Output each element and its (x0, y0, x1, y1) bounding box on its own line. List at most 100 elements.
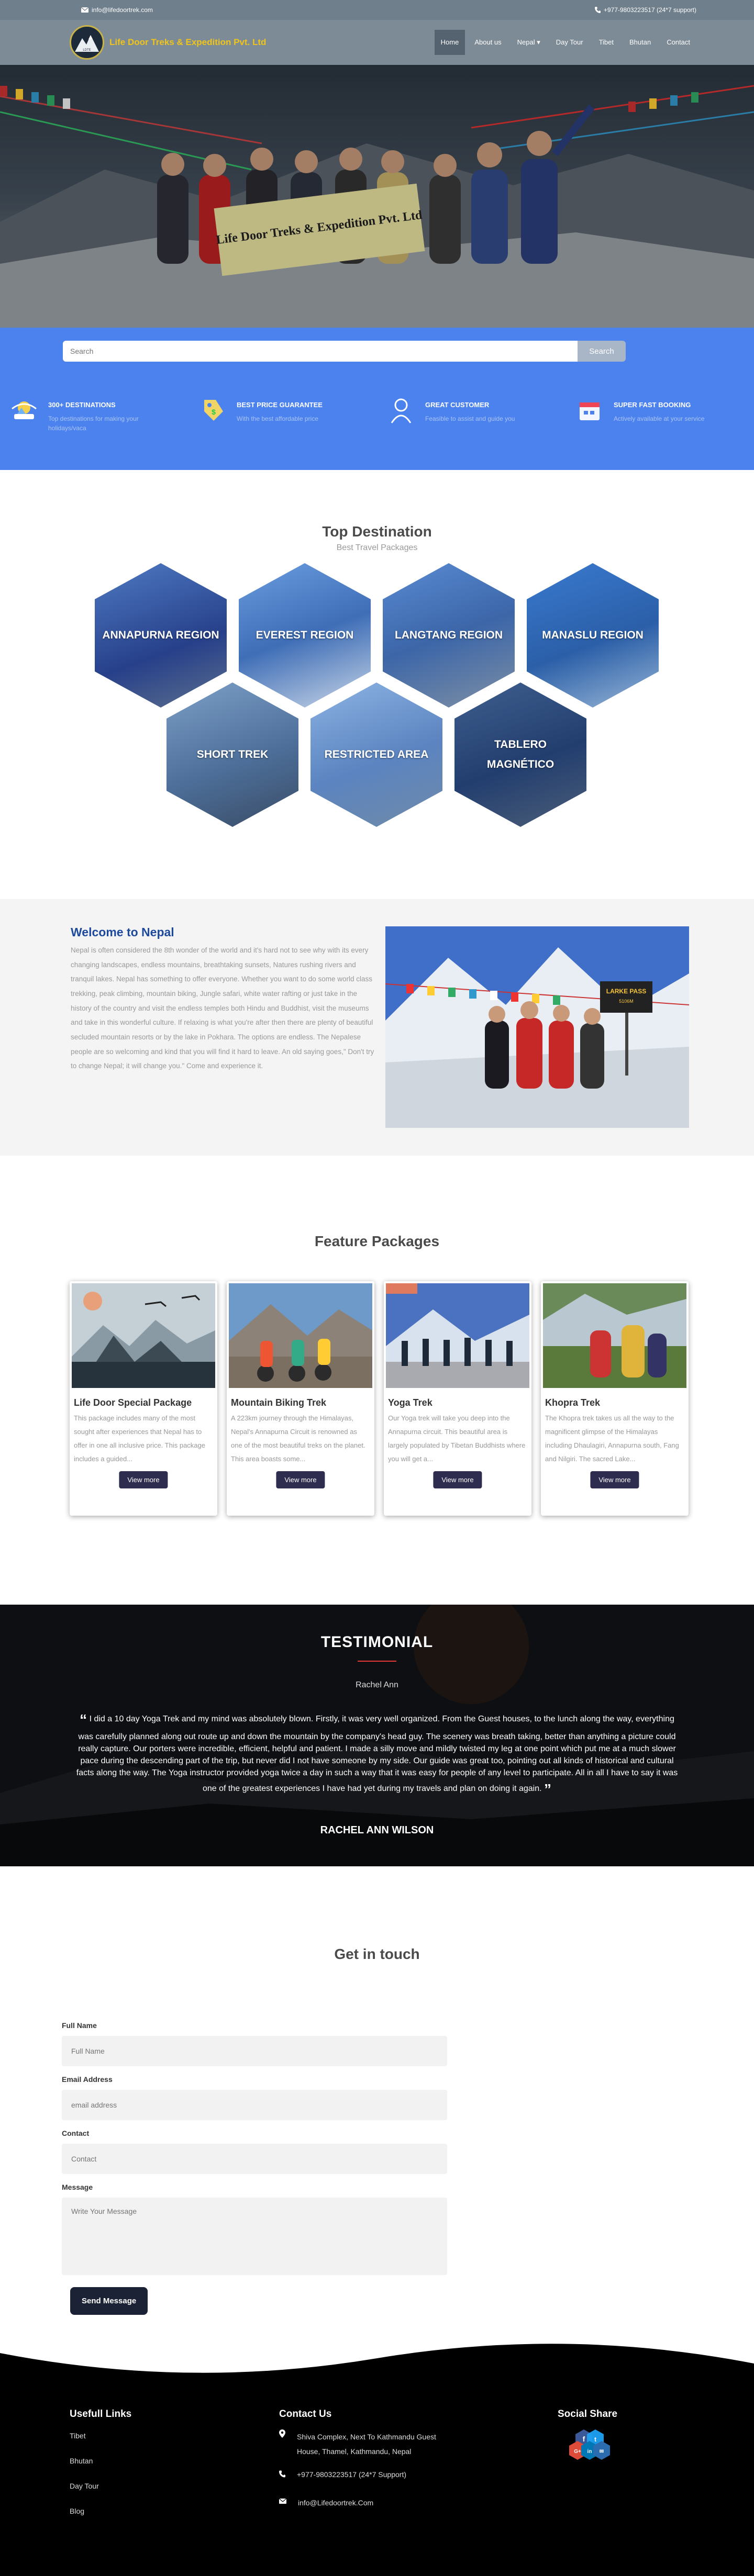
topbar-phone-text: +977-9803223517 (24*7 support) (603, 6, 696, 14)
message-textarea[interactable] (62, 2198, 447, 2275)
package-card[interactable]: Khopra Trek The Khopra trek takes us all… (541, 1281, 689, 1516)
destination-label: TABLERO MAGNÉTICO (486, 738, 555, 770)
search-input[interactable] (63, 341, 578, 362)
package-name: Life Door Special Package (74, 1397, 192, 1408)
destination-manaslu[interactable]: MANASLU REGION (527, 563, 659, 708)
feature-title: SUPER FAST BOOKING (614, 401, 691, 409)
destination-everest[interactable]: EVEREST REGION (239, 563, 371, 708)
destination-label: RESTRICTED AREA (324, 748, 429, 760)
svg-text:f: f (583, 2435, 585, 2443)
brand[interactable]: LDTE Life Door Treks & Expedition Pvt. L… (70, 25, 266, 60)
destination-title: Top Destination (322, 523, 432, 540)
destinations-icon (9, 396, 39, 425)
svg-text:G+: G+ (574, 2449, 581, 2455)
view-more-button[interactable]: View more (433, 1471, 482, 1488)
package-name: Mountain Biking Trek (231, 1397, 327, 1408)
nav-contact[interactable]: Contact (660, 30, 696, 55)
view-more-button[interactable]: View more (276, 1471, 325, 1488)
footer-contact: Contact Us Shiva Complex, Next To Kathma… (279, 2409, 457, 2507)
destination-annapurna[interactable]: ANNAPURNA REGION (95, 563, 227, 708)
view-more-button[interactable]: View more (119, 1471, 168, 1488)
footer-address-row: Shiva Complex, Next To Kathmandu Guest H… (279, 2429, 457, 2459)
packages-title: Feature Packages (314, 1233, 440, 1249)
contact-section: Get in touch Full Name Email Address Con… (0, 1866, 754, 2382)
topbar-email[interactable]: info@lifedoortrek.com (81, 6, 153, 14)
contact-title: Get in touch (334, 1946, 420, 1962)
envelope-icon (81, 7, 88, 13)
package-card[interactable]: Life Door Special Package This package i… (70, 1281, 217, 1516)
nav-menu: Home About us Nepal ▾ Day Tour Tibet Bhu… (434, 30, 696, 55)
feature-text: With the best affordable price (237, 415, 318, 422)
search-bar: Search (63, 341, 626, 362)
footer-social: Social Share f t G+ in ✉ (558, 2409, 641, 2470)
destination-short-trek[interactable]: SHORT TREK (167, 682, 298, 827)
nav-about[interactable]: About us (468, 30, 507, 55)
destination-label: LANGTANG REGION (394, 629, 503, 641)
feature-item: 300+ DESTINATIONS Top destinations for ma… (0, 396, 188, 433)
destination-langtang[interactable]: LANGTANG REGION (383, 563, 515, 708)
top-bar: info@lifedoortrek.com +977-9803223517 (2… (0, 0, 754, 20)
full-name-input[interactable] (62, 2036, 447, 2066)
destination-label: EVEREST REGION (256, 629, 354, 641)
svg-text:LDTE: LDTE (83, 49, 91, 52)
customer-icon (386, 396, 416, 425)
footer-links-title: Usefull Links (70, 2409, 132, 2420)
destination-tablero-magnetico[interactable]: TABLERO MAGNÉTICO (454, 682, 586, 827)
footer-phone: +977-9803223517 (24*7 Support) (297, 2470, 407, 2479)
footer-email-row[interactable]: info@Lifedoortrek.Com (279, 2499, 457, 2507)
field-label: Contact (62, 2129, 90, 2137)
footer-link-tibet[interactable]: Tibet (70, 2432, 131, 2440)
footer-phone-row[interactable]: +977-9803223517 (24*7 Support) (279, 2470, 457, 2479)
feature-item: $ BEST PRICE GUARANTEE With the best affo… (188, 396, 377, 433)
feature-item: SUPER FAST BOOKING Actively available at … (566, 396, 754, 433)
feature-title: GREAT CUSTOMER (425, 401, 490, 409)
social-icon-cluster: f t G+ in ✉ (569, 2429, 610, 2460)
feature-text: Top destinations for making your holiday… (48, 415, 139, 432)
destination-section: Top Destination Best Travel Packages ANN… (0, 470, 754, 899)
svg-text:5106M: 5106M (619, 999, 634, 1004)
destination-restricted-area[interactable]: RESTRICTED AREA (311, 682, 442, 827)
search-section: Search 300+ DESTINATIONS Top destinations… (0, 328, 754, 470)
search-button[interactable]: Search (578, 341, 626, 362)
package-card[interactable]: Mountain Biking Trek A 223km journey thr… (227, 1281, 374, 1516)
email-input[interactable] (62, 2090, 447, 2120)
footer-link-blog[interactable]: Blog (70, 2507, 131, 2515)
package-image (386, 1283, 529, 1388)
packages-section: Feature Packages Life Door Special Packa… (0, 1156, 754, 1605)
feature-title: BEST PRICE GUARANTEE (237, 401, 323, 409)
price-tag-icon: $ (198, 396, 227, 425)
feature-title: 300+ DESTINATIONS (48, 401, 116, 409)
topbar-phone[interactable]: +977-9803223517 (24*7 support) (594, 6, 696, 14)
footer-link-bhutan[interactable]: Bhutan (70, 2457, 131, 2465)
svg-text:t: t (594, 2436, 596, 2443)
quote-open-icon: “ (80, 1711, 87, 1728)
nav-nepal[interactable]: Nepal ▾ (511, 30, 547, 55)
feature-item: GREAT CUSTOMER Feasible to assist and gui… (377, 396, 566, 433)
footer-link-day-tour[interactable]: Day Tour (70, 2482, 131, 2490)
footer-address: Shiva Complex, Next To Kathmandu Guest H… (297, 2433, 436, 2456)
footer-links: Usefull Links Tibet Bhutan Day Tour Blog (70, 2409, 131, 2515)
nav-bhutan[interactable]: Bhutan (623, 30, 657, 55)
phone-icon (279, 2470, 285, 2478)
view-more-button[interactable]: View more (590, 1471, 639, 1488)
package-name: Yoga Trek (388, 1397, 433, 1408)
destination-label: ANNAPURNA REGION (102, 629, 219, 641)
package-card[interactable]: Yoga Trek Our Yoga trek will take you de… (384, 1281, 531, 1516)
testimonial-author: RACHEL ANN WILSON (320, 1824, 434, 1836)
destination-label: MANASLU REGION (542, 629, 644, 641)
nav-day-tour[interactable]: Day Tour (550, 30, 590, 55)
contact-form: Full Name Email Address Contact Message … (62, 2021, 447, 2315)
destination-label: SHORT TREK (196, 748, 269, 760)
main-navbar: LDTE Life Door Treks & Expedition Pvt. L… (0, 20, 754, 65)
welcome-section: Welcome to Nepal Nepal is often consider… (0, 899, 754, 1156)
field-label: Full Name (62, 2021, 97, 2030)
nav-home[interactable]: Home (434, 30, 465, 55)
envelope-icon (279, 2499, 286, 2504)
reviewer-photo-alt: Rachel Ann (356, 1681, 398, 1689)
contact-input[interactable] (62, 2144, 447, 2174)
quote-close-icon: ” (544, 1781, 551, 1798)
send-message-button[interactable]: Send Message (70, 2287, 148, 2315)
footer-wave (0, 2344, 754, 2384)
feature-text: Actively available at your service (614, 415, 705, 422)
nav-tibet[interactable]: Tibet (593, 30, 620, 55)
